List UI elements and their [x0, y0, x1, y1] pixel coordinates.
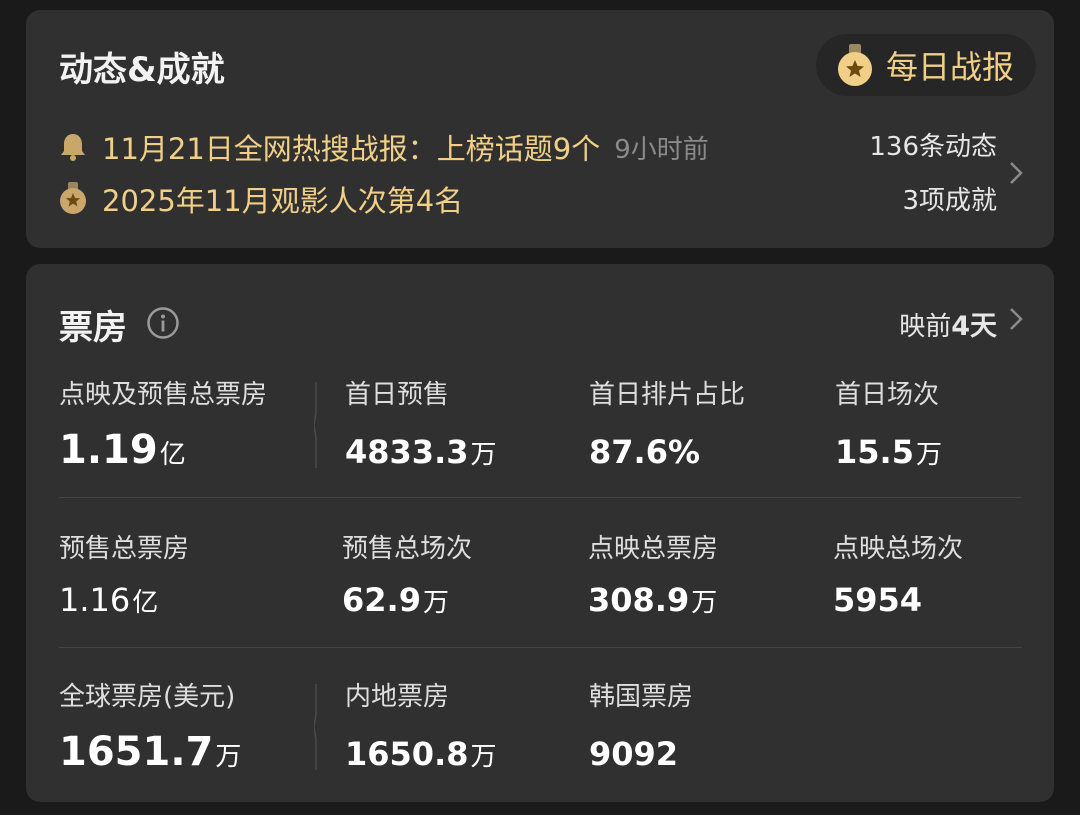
chevron-right-icon[interactable]: [1008, 160, 1024, 186]
stat-label: 点映总场次: [833, 534, 964, 564]
stat-value: 15.5万: [835, 433, 942, 471]
box-office-card: 票房 映前4天 点映及预售总票房 1.19亿 首日预售 4833.3万 首日排片…: [26, 264, 1054, 802]
stat-value: 1.19亿: [59, 427, 186, 473]
updates-count[interactable]: 136条动态: [869, 126, 997, 163]
column-divider: [314, 684, 317, 770]
stat-label: 预售总场次: [342, 534, 473, 564]
stat-label: 韩国票房: [589, 682, 694, 712]
news-item[interactable]: 2025年11月观影人次第4名: [58, 178, 463, 220]
stat-cell: 首日场次 15.5万: [835, 374, 942, 471]
stat-cell: 点映总票房 308.9万: [588, 528, 718, 619]
row-divider: [59, 647, 1022, 648]
achievements-count[interactable]: 3项成就: [902, 180, 997, 217]
daily-report-button[interactable]: 每日战报: [816, 34, 1036, 96]
stat-label: 首日预售: [345, 380, 450, 410]
stat-value: 308.9万: [588, 581, 718, 619]
news-text: 11月21日全网热搜战报：上榜话题9个: [102, 132, 601, 166]
stat-cell: 首日排片占比 87.6%: [589, 374, 745, 471]
stat-cell: 韩国票房 9092: [589, 676, 693, 773]
stat-cell: 预售总票房 1.16亿: [59, 528, 189, 619]
chevron-right-icon[interactable]: [1008, 306, 1024, 332]
stat-value: 1.16亿: [59, 581, 159, 619]
news-item[interactable]: 11月21日全网热搜战报：上榜话题9个 9小时前: [58, 126, 709, 168]
stat-value: 1650.8万: [345, 735, 497, 773]
info-icon[interactable]: [146, 306, 180, 340]
release-countdown-link[interactable]: 映前4天: [899, 304, 997, 343]
stat-cell: 首日预售 4833.3万: [345, 374, 497, 471]
stat-label: 全球票房(美元): [59, 682, 236, 712]
medal-icon: [60, 182, 86, 214]
stat-value: 4833.3万: [345, 433, 497, 471]
stat-cell: 内地票房 1650.8万: [345, 676, 497, 773]
news-time: 9小时前: [614, 134, 709, 165]
stat-value: 87.6%: [589, 433, 701, 471]
stat-value: 5954: [833, 581, 923, 619]
stat-label: 内地票房: [345, 682, 450, 712]
achievements-title: 动态&成就: [59, 50, 225, 90]
column-divider: [314, 382, 317, 468]
stat-cell: 全球票房(美元) 1651.7万: [59, 676, 241, 775]
news-text: 2025年11月观影人次第4名: [102, 184, 464, 218]
achievements-card[interactable]: 动态&成就 每日战报 11月21日全网热搜战报：上榜话题9个 9小时前 2025…: [26, 10, 1054, 248]
stat-cell: 点映总场次 5954: [833, 528, 963, 619]
stat-cell: 点映及预售总票房 1.19亿: [59, 374, 267, 473]
stat-value: 62.9万: [342, 581, 449, 619]
release-prefix: 映前: [899, 312, 952, 342]
stat-label: 点映及预售总票房: [59, 380, 268, 410]
stat-cell: 预售总场次 62.9万: [342, 528, 472, 619]
daily-report-label: 每日战报: [885, 48, 1014, 86]
box-office-title: 票房: [59, 308, 127, 348]
stat-value: 9092: [589, 735, 679, 773]
stat-value: 1651.7万: [59, 729, 242, 775]
stat-label: 首日场次: [835, 380, 940, 410]
row-divider: [59, 497, 1022, 498]
medal-icon: [837, 44, 872, 86]
stat-label: 首日排片占比: [589, 380, 746, 410]
stat-label: 预售总票房: [59, 534, 190, 564]
stat-label: 点映总票房: [588, 534, 719, 564]
release-days: 4天: [951, 311, 997, 342]
bell-icon: [61, 134, 85, 161]
